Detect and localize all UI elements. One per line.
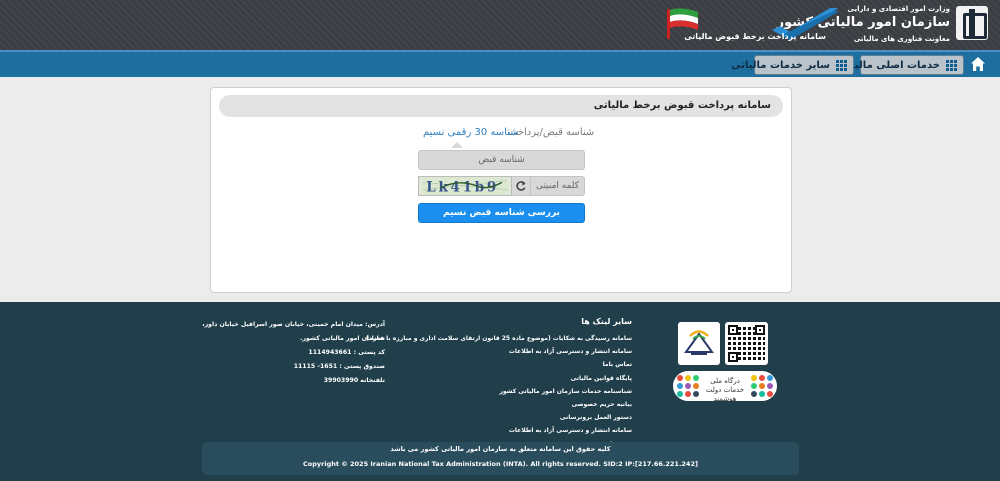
org-emblem-icon (956, 6, 988, 40)
ministry-name: وزارت امور اقتصادی و دارایی (847, 5, 950, 13)
footer-link[interactable]: سامانه انتشار و دسترسی آزاد به اطلاعات (380, 424, 632, 437)
tab-30-digit-id[interactable]: شناسه 30 رقمی نسیم (423, 127, 519, 138)
rights-text: کلیه حقوق این سامانه متعلق به سازمان امو… (390, 445, 611, 453)
footer-link[interactable]: پایگاه قوانین مالیاتی (380, 372, 632, 385)
footer-link[interactable]: تماس باما (380, 358, 632, 371)
qr-corner (755, 325, 765, 335)
contact-phone: تلفنخانه 39903990 (323, 377, 385, 384)
contact-org: سازمان امور مالیاتی کشور. (300, 335, 385, 342)
footer-link[interactable]: سامانه رسیدگی به شکایات (موضوع ماده 25 ق… (366, 332, 632, 345)
qr-code (725, 322, 768, 365)
grid-icon (946, 59, 957, 71)
card-title: سامانه پرداخت قبوض برخط مالیاتی (219, 95, 783, 117)
refresh-icon[interactable] (512, 176, 530, 196)
copyright-bar: کلیه حقوق این سامانه متعلق به سازمان امو… (202, 442, 799, 475)
captcha-row: Lk41b9 کلمه امنیتی (418, 176, 585, 196)
captcha-image: Lk41b9 (418, 176, 512, 196)
footer-links: سامانه رسیدگی به شکایات (موضوع ماده 25 ق… (366, 332, 632, 451)
badge-dots-icon (751, 375, 773, 397)
badge-text: درگاه ملی خدمات دولت هوشمند (705, 377, 745, 403)
footer-link[interactable]: سامانه انتشار و دسترسی آزاد به اطلاعات (380, 345, 632, 358)
badge-dots-icon (677, 375, 699, 397)
contact-po-box: صندوق پستی : 1651- 11115 (293, 363, 385, 370)
app-logo-icon[interactable] (678, 322, 720, 365)
active-tab-pointer (451, 142, 463, 148)
footer-link[interactable]: دستور العمل برونرسانی (380, 411, 632, 424)
other-services-label: سایر خدمات مالیاتی (731, 59, 830, 71)
org-branding[interactable]: وزارت امور اقتصادی و دارایی سازمان امور … (777, 4, 988, 46)
deputy-name: معاونت فناوری های مالیاتی (853, 35, 950, 43)
payment-card: سامانه پرداخت قبوض برخط مالیاتی شناسه قب… (210, 87, 792, 293)
security-code-input[interactable]: کلمه امنیتی (530, 176, 585, 196)
qr-corner (728, 352, 738, 362)
contact-info: آدرس: میدان امام خمینی، خیابان صور اسراف… (150, 318, 385, 388)
contact-address: آدرس: میدان امام خمینی، خیابان صور اسراف… (202, 321, 385, 328)
contact-postal-code: کد پستی : 1114943661 (308, 349, 385, 356)
check-receipt-button[interactable]: بررسی شناسه قبض نسیم (418, 203, 585, 223)
other-services-button[interactable]: سایر خدمات مالیاتی (731, 55, 854, 75)
qr-pattern (728, 325, 765, 362)
footer-link[interactable]: بیانیه حریم خصوصی (380, 398, 632, 411)
smart-government-badge[interactable]: درگاه ملی خدمات دولت هوشمند (673, 371, 777, 403)
main-services-button[interactable]: خدمات اصلی مالیاتی (837, 55, 964, 75)
qr-corner (728, 325, 738, 335)
main-nav: خدمات اصلی مالیاتی سایر خدمات مالیاتی (0, 50, 1000, 77)
flag-icon (667, 8, 698, 39)
tab-receipt-id[interactable]: شناسه قبض/پرداخت (508, 127, 594, 138)
site-footer: درگاه ملی خدمات دولت هوشمند سایر لینک ها… (0, 302, 1000, 481)
copyright-text: Copyright © 2025 Iranian National Tax Ad… (303, 460, 698, 468)
receipt-id-input[interactable]: شناسه قبض (418, 150, 585, 170)
site-header: وزارت امور اقتصادی و دارایی سازمان امور … (0, 0, 1000, 50)
home-icon[interactable] (970, 56, 986, 72)
footer-link[interactable]: شناسنامه خدمات سازمان امور مالیاتی کشور (380, 385, 632, 398)
other-links-title: سایر لینک ها (581, 317, 632, 326)
grid-icon (836, 59, 847, 71)
